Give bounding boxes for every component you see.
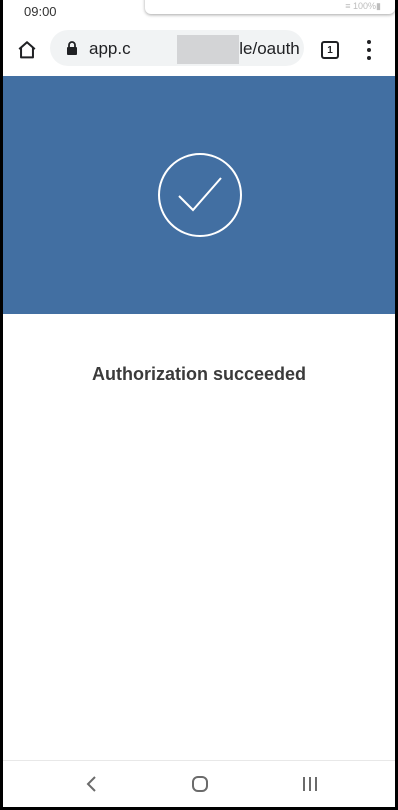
- address-bar[interactable]: app.c e/google/oauth: [50, 30, 304, 66]
- home-button[interactable]: [15, 38, 39, 62]
- notification-status-text: ≡ 100%▮: [345, 1, 381, 11]
- home-icon: [18, 41, 36, 59]
- more-menu-button[interactable]: [359, 38, 379, 62]
- success-banner: [3, 76, 395, 314]
- status-time: 09:00: [24, 4, 57, 19]
- notification-popup[interactable]: ≡ 100%▮: [145, 0, 395, 14]
- browser-toolbar: app.c e/google/oauth 1: [3, 24, 395, 76]
- back-icon[interactable]: [81, 773, 103, 795]
- url-redaction: [177, 35, 239, 64]
- system-nav-bar: [3, 760, 395, 807]
- home-icon[interactable]: [189, 773, 211, 795]
- recents-icon[interactable]: [299, 773, 321, 795]
- tab-switcher-icon: 1: [321, 41, 339, 59]
- tab-count: 1: [327, 44, 333, 56]
- check-circle-icon: [158, 153, 242, 237]
- status-bar: 09:00 ≡ 100%▮: [3, 0, 395, 24]
- lock-icon: [67, 41, 77, 55]
- page-title: Authorization succeeded: [91, 364, 307, 384]
- tab-switcher-button[interactable]: 1: [320, 39, 340, 59]
- phone-screen: 09:00 ≡ 100%▮ app.c e/google/oauth 1 Aut…: [3, 0, 395, 807]
